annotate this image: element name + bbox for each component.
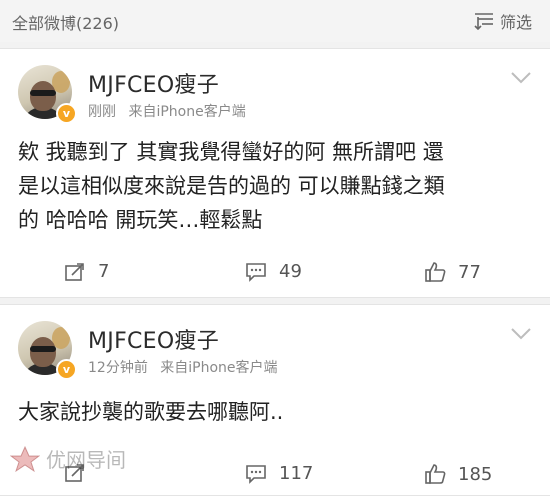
weibo-post: v MJFCEO瘦子 刚刚 来自iPhone客户端 欸 我聽到了 其實我覺得蠻好… [0,48,550,298]
comment-button[interactable]: 117 [245,463,313,484]
comment-icon [246,262,266,282]
comment-count: 49 [279,261,302,282]
top-bar: 全部微博(226) 筛选 [0,0,550,42]
post-actions: 7 49 77 [0,253,550,289]
thumbs-up-icon [425,464,446,484]
username[interactable]: MJFCEO瘦子 [88,323,219,355]
username[interactable]: MJFCEO瘦子 [88,67,219,99]
post-text-line: 欸 我聽到了 其實我覺得蠻好的阿 無所謂吧 還 [18,140,444,164]
watermark: 优网导间 [10,444,126,473]
repost-count: 7 [98,261,110,282]
post-meta: 刚刚 来自iPhone客户端 [88,101,254,121]
thumbs-up-icon [425,262,446,282]
filter-label: 筛选 [499,13,532,32]
repost-button[interactable]: 7 [64,261,109,282]
verified-badge-icon: v [56,103,77,124]
post-meta: 12分钟前 来自iPhone客户端 [88,357,286,377]
like-count: 77 [458,261,481,283]
post-count-label: 全部微博(226) [12,14,120,33]
filter-icon [474,13,493,30]
comment-button[interactable]: 49 [245,261,302,282]
post-time: 12分钟前 [88,360,148,376]
post-source: 来自iPhone客户端 [160,360,278,376]
star-logo-icon [10,445,40,472]
chevron-down-icon[interactable] [510,71,532,85]
watermark-text: 优网导间 [46,448,126,472]
post-time: 刚刚 [88,104,116,120]
post-text-line: 的 哈哈哈 開玩笑…輕鬆點 [18,208,263,232]
repost-icon [65,262,84,281]
like-button[interactable]: 185 [424,463,492,485]
post-source: 来自iPhone客户端 [128,104,246,120]
comment-icon [246,464,266,484]
like-count: 185 [458,463,493,485]
filter-button[interactable]: 筛选 [474,9,532,33]
verified-badge-icon: v [56,359,77,380]
post-text-line: 大家說抄襲的歌要去哪聽阿.. [18,400,284,424]
chevron-down-icon[interactable] [510,327,532,341]
like-button[interactable]: 77 [424,261,481,283]
post-text: 大家說抄襲的歌要去哪聽阿.. [18,395,530,429]
post-text: 欸 我聽到了 其實我覺得蠻好的阿 無所謂吧 還 是以這相似度來說是告的過的 可以… [18,135,530,237]
post-text-line: 是以這相似度來說是告的過的 可以賺點錢之類 [18,174,445,198]
comment-count: 117 [279,463,314,484]
